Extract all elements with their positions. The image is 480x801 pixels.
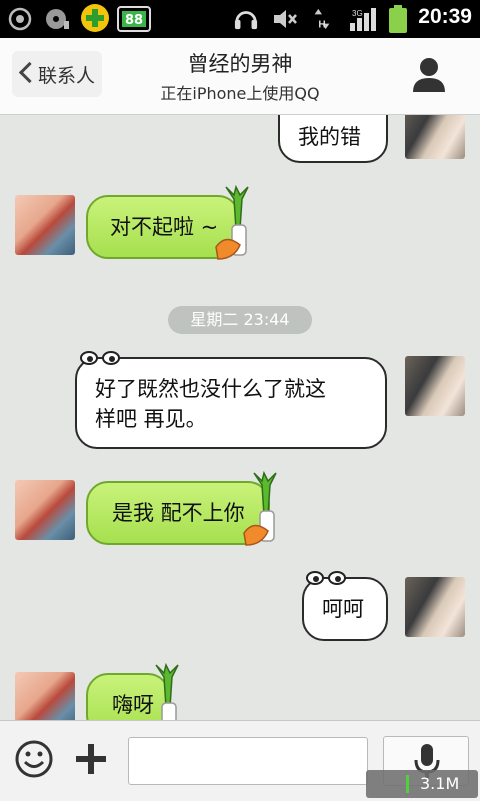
- my-avatar[interactable]: [405, 115, 465, 159]
- security-plus-icon: [81, 4, 109, 32]
- svg-text:88: 88: [125, 13, 143, 28]
- svg-text:H: H: [318, 19, 325, 30]
- profile-button[interactable]: [404, 52, 454, 98]
- leek-sticker-icon: [243, 471, 277, 546]
- contact-avatar[interactable]: [15, 480, 75, 540]
- chat-header: 曾经的男神 正在iPhone上使用QQ 联系人: [0, 38, 480, 115]
- message-text-line2: 样吧 再见。: [95, 407, 207, 431]
- contact-avatar[interactable]: [15, 672, 75, 720]
- message-timestamp: 星期二 23:44: [168, 306, 312, 334]
- message-input[interactable]: [128, 737, 368, 785]
- battery-icon: [389, 5, 407, 33]
- plus-icon: [76, 744, 106, 774]
- message-bubble[interactable]: 我的错: [278, 115, 388, 163]
- bubble-eyes-icon: [306, 571, 350, 591]
- message-text: 是我 配不上你: [112, 501, 245, 525]
- headset-icon: [234, 11, 258, 30]
- signal-3g-icon: 3G: [350, 8, 376, 31]
- back-label: 联系人: [38, 65, 96, 87]
- emoji-button[interactable]: [14, 739, 54, 779]
- bubble-eyes-icon: [80, 351, 124, 371]
- leek-sticker-icon: [215, 185, 249, 260]
- message-text: 我的错: [298, 125, 361, 149]
- mute-icon: [274, 10, 297, 28]
- speed-bar: [406, 775, 409, 793]
- record-icon: [8, 7, 32, 31]
- my-avatar[interactable]: [405, 577, 465, 637]
- smiley-icon: [15, 740, 53, 778]
- leek-sticker-icon: [155, 663, 179, 720]
- svg-text:3G: 3G: [352, 9, 363, 18]
- add-attachment-button[interactable]: [72, 739, 110, 779]
- person-icon: [413, 58, 445, 92]
- status-bar: 88 H 3G 20:39: [0, 0, 480, 38]
- cd-icon: [46, 9, 69, 29]
- clock: 20:39: [418, 5, 472, 28]
- network-speed-indicator: 3.1M: [366, 770, 478, 798]
- back-button[interactable]: 联系人: [12, 51, 102, 97]
- contact-avatar[interactable]: [15, 195, 75, 255]
- chevron-left-icon: [18, 61, 41, 84]
- message-text: 呵呵: [322, 597, 364, 621]
- battery-app-icon: 88: [117, 6, 151, 32]
- data-transfer-icon: H: [314, 8, 330, 30]
- speed-label: 3.1M: [420, 774, 460, 793]
- message-text: 对不起啦 ~: [110, 215, 219, 239]
- my-avatar[interactable]: [405, 356, 465, 416]
- message-text-line1: 好了既然也没什么了就这: [95, 377, 326, 401]
- chat-area[interactable]: 我的错 对不起啦 ~ 星期二 23:44 好了既然也没什么了就这 样吧 再见。 …: [0, 115, 480, 720]
